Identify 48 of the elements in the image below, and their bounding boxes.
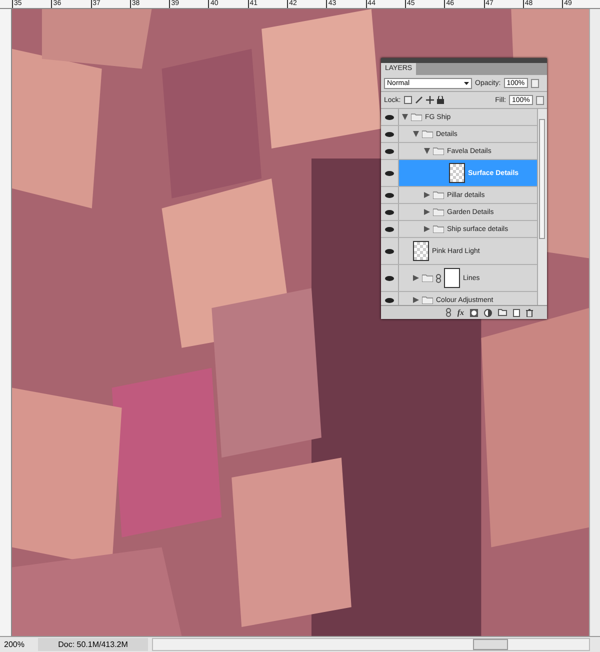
trash-icon[interactable] — [526, 308, 533, 316]
zoom-level[interactable]: 200% — [0, 640, 38, 649]
eye-icon[interactable] — [385, 298, 394, 302]
eye-icon[interactable] — [385, 132, 394, 136]
eye-icon[interactable] — [385, 114, 394, 120]
collapsed-arrow-icon[interactable] — [424, 209, 430, 215]
mask-icon[interactable] — [470, 308, 478, 316]
collapsed-arrow-icon[interactable] — [413, 275, 419, 281]
folder-icon — [411, 113, 422, 121]
link-layers-icon — [446, 308, 452, 317]
mask-thumbnail — [444, 268, 460, 288]
collapsed-arrow-icon[interactable] — [424, 226, 430, 232]
chain-icon — [436, 274, 441, 282]
adjustment-icon[interactable] — [484, 308, 492, 316]
new-layer-icon[interactable] — [513, 308, 520, 316]
fill-slider-button[interactable] — [536, 96, 544, 104]
folder-icon — [422, 274, 433, 282]
move-icon[interactable] — [426, 96, 434, 104]
eye-icon[interactable] — [385, 192, 394, 198]
vertical-scrollbar[interactable] — [589, 9, 600, 636]
brush-icon[interactable] — [414, 96, 423, 104]
folder-icon — [433, 191, 444, 199]
opacity-slider-button[interactable] — [530, 78, 539, 88]
eye-icon[interactable] — [385, 210, 394, 214]
layer-style-button[interactable]: fx — [457, 308, 464, 317]
caret-icon — [464, 82, 469, 84]
document-info[interactable]: Doc: 50.1M/413.2M — [38, 638, 148, 651]
expanded-arrow-icon[interactable] — [402, 114, 408, 120]
eye-icon[interactable] — [385, 248, 394, 254]
folder-icon — [433, 225, 444, 233]
lock-icon[interactable] — [436, 96, 444, 104]
layers-scrollbar[interactable] — [537, 109, 547, 305]
horizontal-scrollbar[interactable] — [152, 638, 590, 651]
folder-icon[interactable] — [498, 309, 507, 316]
collapsed-arrow-icon[interactable] — [424, 192, 430, 198]
layer-thumbnail — [413, 241, 429, 261]
expanded-arrow-icon[interactable] — [413, 131, 419, 137]
folder-icon — [433, 147, 444, 155]
eye-icon[interactable] — [385, 226, 394, 232]
folder-icon — [433, 208, 444, 216]
lock-transparency-icon[interactable] — [404, 96, 412, 104]
eye-icon[interactable] — [385, 276, 394, 280]
collapsed-arrow-icon[interactable] — [413, 297, 419, 303]
eye-icon[interactable] — [385, 170, 394, 176]
eye-icon[interactable] — [385, 148, 394, 154]
folder-icon — [422, 130, 433, 138]
layer-thumbnail — [449, 163, 465, 183]
expanded-arrow-icon[interactable] — [424, 148, 430, 154]
